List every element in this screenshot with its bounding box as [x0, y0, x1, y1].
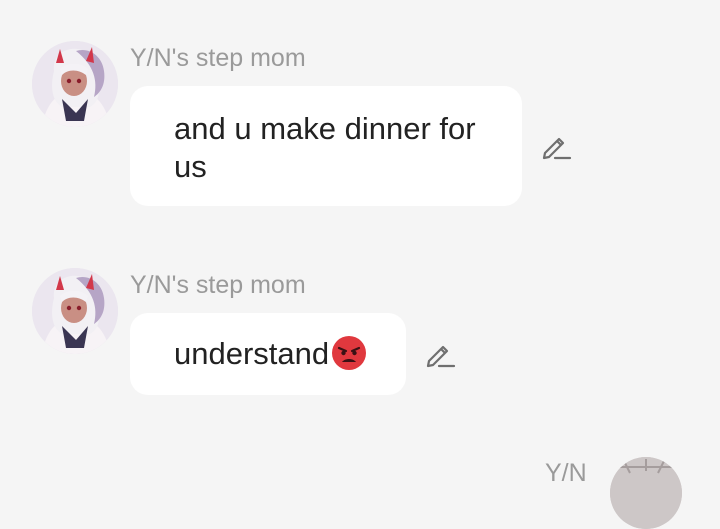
avatar[interactable]	[32, 41, 118, 127]
message-text: and u make dinner for us	[174, 111, 476, 184]
message-bubble[interactable]: understand	[130, 313, 406, 395]
sender-name: Y/N's step mom	[130, 44, 306, 72]
user-avatar-icon	[610, 457, 682, 529]
angry-face-emoji	[331, 335, 367, 371]
edit-message-button[interactable]	[423, 337, 457, 371]
edit-message-button[interactable]	[539, 129, 573, 163]
chat-view[interactable]: Y/N's step mom and u make dinner for us	[0, 0, 720, 529]
character-avatar-icon	[32, 268, 118, 354]
pencil-icon	[542, 137, 572, 160]
avatar[interactable]	[610, 457, 682, 529]
character-avatar-icon	[32, 41, 118, 127]
sender-name: Y/N	[545, 459, 587, 487]
message-text: understand	[174, 336, 330, 371]
pencil-icon	[426, 345, 456, 368]
avatar[interactable]	[32, 268, 118, 354]
sender-name: Y/N's step mom	[130, 271, 306, 299]
message-bubble[interactable]: and u make dinner for us	[130, 86, 522, 206]
